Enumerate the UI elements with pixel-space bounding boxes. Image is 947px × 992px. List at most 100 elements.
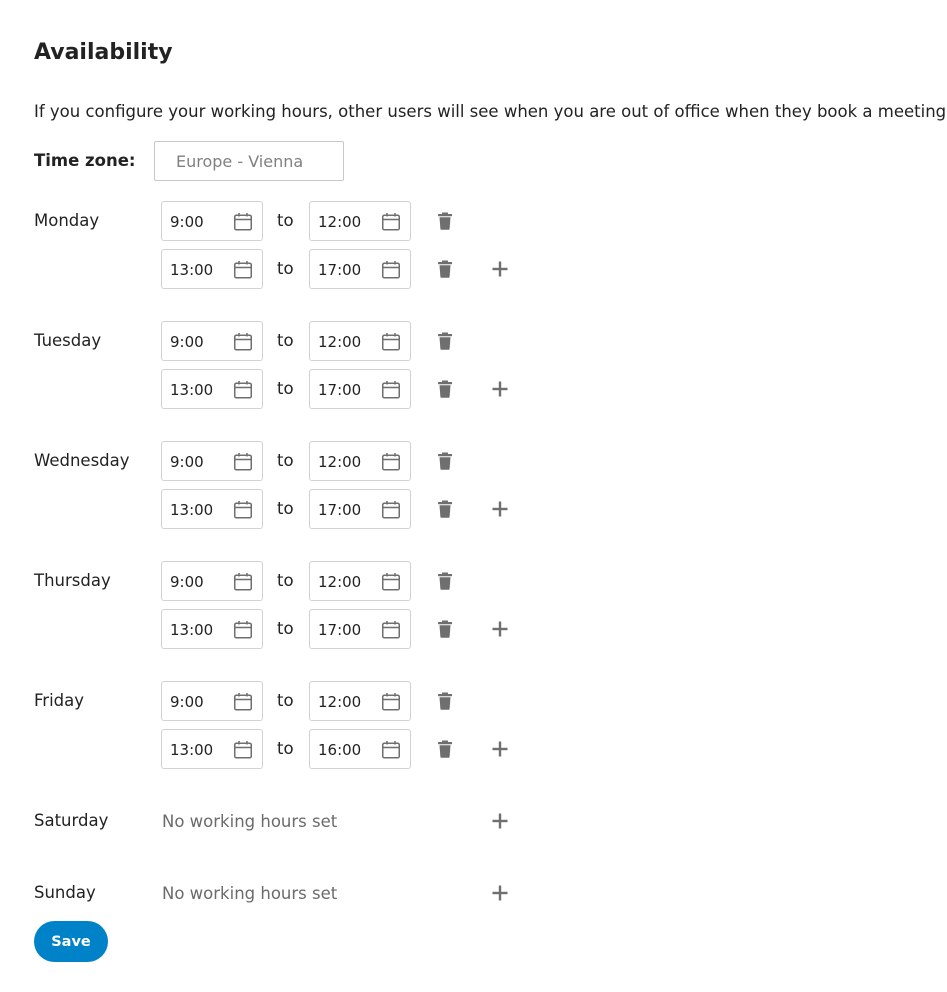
- to-label: to: [277, 379, 294, 398]
- to-label: to: [277, 691, 294, 710]
- trash-icon[interactable]: [436, 260, 454, 278]
- time-slot-row: 13:00 to 17:00: [0, 609, 947, 649]
- end-time-value: 12:00: [318, 693, 362, 711]
- calendar-icon[interactable]: [381, 620, 401, 640]
- end-time-value: 17:00: [318, 381, 362, 399]
- trash-icon[interactable]: [436, 380, 454, 398]
- end-time-value: 12:00: [318, 333, 362, 351]
- end-time-input[interactable]: 17:00: [309, 489, 411, 529]
- calendar-icon[interactable]: [233, 452, 253, 472]
- to-label: to: [277, 451, 294, 470]
- start-time-input[interactable]: 9:00: [161, 201, 263, 241]
- start-time-value: 9:00: [170, 693, 204, 711]
- plus-icon[interactable]: [491, 740, 509, 758]
- to-label: to: [277, 211, 294, 230]
- calendar-icon[interactable]: [233, 572, 253, 592]
- save-button[interactable]: Save: [34, 921, 108, 962]
- calendar-icon[interactable]: [233, 380, 253, 400]
- start-time-input[interactable]: 13:00: [161, 729, 263, 769]
- start-time-value: 13:00: [170, 261, 214, 279]
- to-label: to: [277, 619, 294, 638]
- calendar-icon[interactable]: [233, 332, 253, 352]
- start-time-input[interactable]: 9:00: [161, 561, 263, 601]
- calendar-icon[interactable]: [381, 212, 401, 232]
- trash-icon[interactable]: [436, 212, 454, 230]
- start-time-input[interactable]: 13:00: [161, 249, 263, 289]
- day-label: Saturday: [34, 811, 109, 830]
- no-working-hours-text: No working hours set: [162, 812, 338, 831]
- plus-icon[interactable]: [491, 260, 509, 278]
- availability-description: If you configure your working hours, oth…: [34, 102, 947, 121]
- trash-icon[interactable]: [436, 572, 454, 590]
- start-time-input[interactable]: 9:00: [161, 681, 263, 721]
- time-slot-row: 9:00 to 12:00: [0, 201, 947, 241]
- trash-icon[interactable]: [436, 452, 454, 470]
- no-working-hours-text: No working hours set: [162, 884, 338, 903]
- end-time-input[interactable]: 17:00: [309, 369, 411, 409]
- trash-icon[interactable]: [436, 620, 454, 638]
- time-slot-row: 13:00 to 17:00: [0, 369, 947, 409]
- end-time-input[interactable]: 12:00: [309, 321, 411, 361]
- end-time-value: 12:00: [318, 573, 362, 591]
- plus-icon[interactable]: [491, 884, 509, 902]
- calendar-icon[interactable]: [381, 332, 401, 352]
- calendar-icon[interactable]: [233, 620, 253, 640]
- to-label: to: [277, 499, 294, 518]
- end-time-input[interactable]: 16:00: [309, 729, 411, 769]
- plus-icon[interactable]: [491, 812, 509, 830]
- end-time-value: 16:00: [318, 741, 362, 759]
- end-time-value: 12:00: [318, 213, 362, 231]
- trash-icon[interactable]: [436, 332, 454, 350]
- start-time-input[interactable]: 9:00: [161, 441, 263, 481]
- calendar-icon[interactable]: [233, 260, 253, 280]
- plus-icon[interactable]: [491, 500, 509, 518]
- end-time-input[interactable]: 12:00: [309, 681, 411, 721]
- end-time-value: 17:00: [318, 621, 362, 639]
- start-time-value: 13:00: [170, 381, 214, 399]
- time-slot-row: 13:00 to 16:00: [0, 729, 947, 769]
- calendar-icon[interactable]: [381, 740, 401, 760]
- end-time-input[interactable]: 12:00: [309, 441, 411, 481]
- calendar-icon[interactable]: [381, 572, 401, 592]
- start-time-value: 9:00: [170, 213, 204, 231]
- to-label: to: [277, 331, 294, 350]
- start-time-value: 9:00: [170, 333, 204, 351]
- trash-icon[interactable]: [436, 740, 454, 758]
- plus-icon[interactable]: [491, 380, 509, 398]
- start-time-input[interactable]: 9:00: [161, 321, 263, 361]
- timezone-input[interactable]: [154, 141, 344, 181]
- timezone-label: Time zone:: [34, 151, 136, 170]
- to-label: to: [277, 259, 294, 278]
- trash-icon[interactable]: [436, 500, 454, 518]
- plus-icon[interactable]: [491, 620, 509, 638]
- calendar-icon[interactable]: [381, 500, 401, 520]
- start-time-value: 13:00: [170, 501, 214, 519]
- calendar-icon[interactable]: [233, 500, 253, 520]
- day-label: Sunday: [34, 883, 96, 902]
- end-time-input[interactable]: 12:00: [309, 561, 411, 601]
- end-time-input[interactable]: 17:00: [309, 249, 411, 289]
- end-time-value: 17:00: [318, 261, 362, 279]
- calendar-icon[interactable]: [233, 692, 253, 712]
- start-time-value: 13:00: [170, 621, 214, 639]
- trash-icon[interactable]: [436, 692, 454, 710]
- time-slot-row: 9:00 to 12:00: [0, 321, 947, 361]
- calendar-icon[interactable]: [233, 740, 253, 760]
- calendar-icon[interactable]: [381, 692, 401, 712]
- end-time-input[interactable]: 17:00: [309, 609, 411, 649]
- calendar-icon[interactable]: [233, 212, 253, 232]
- start-time-value: 9:00: [170, 573, 204, 591]
- to-label: to: [277, 739, 294, 758]
- start-time-input[interactable]: 13:00: [161, 609, 263, 649]
- start-time-input[interactable]: 13:00: [161, 369, 263, 409]
- time-slot-row: 9:00 to 12:00: [0, 441, 947, 481]
- calendar-icon[interactable]: [381, 380, 401, 400]
- time-slot-row: 13:00 to 17:00: [0, 249, 947, 289]
- time-slot-row: 9:00 to 12:00: [0, 561, 947, 601]
- calendar-icon[interactable]: [381, 260, 401, 280]
- start-time-input[interactable]: 13:00: [161, 489, 263, 529]
- end-time-input[interactable]: 12:00: [309, 201, 411, 241]
- start-time-value: 9:00: [170, 453, 204, 471]
- page-title: Availability: [34, 40, 173, 65]
- calendar-icon[interactable]: [381, 452, 401, 472]
